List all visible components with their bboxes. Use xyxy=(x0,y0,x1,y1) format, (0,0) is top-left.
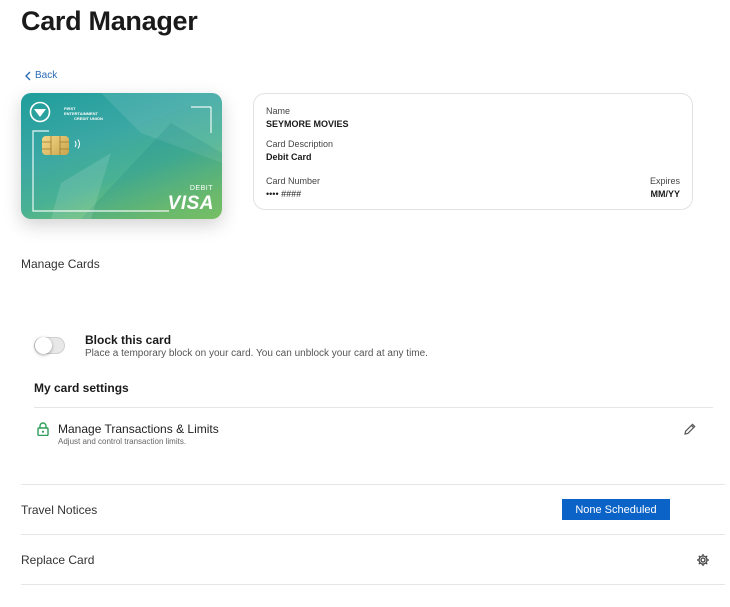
replace-card-label: Replace Card xyxy=(21,553,95,567)
divider xyxy=(21,484,725,485)
name-value: SEYMORE MOVIES xyxy=(266,119,349,129)
manage-transactions-description: Adjust and control transaction limits. xyxy=(58,437,187,446)
card-type-label: DEBIT xyxy=(189,185,213,192)
block-card-toggle[interactable] xyxy=(34,337,65,354)
description-label: Card Description xyxy=(266,139,334,149)
card-settings-heading: My card settings xyxy=(34,381,129,395)
card-number-value: •••• #### xyxy=(266,189,302,199)
block-card-title: Block this card xyxy=(85,333,172,347)
contactless-icon xyxy=(74,139,80,149)
gear-icon[interactable] xyxy=(696,553,710,567)
issuer-name: FIRST ENTERTAINMENT CREDIT UNION xyxy=(64,106,103,121)
divider xyxy=(34,407,713,408)
back-link[interactable]: Back xyxy=(24,70,57,81)
travel-notices-button[interactable]: None Scheduled xyxy=(562,499,670,520)
description-value: Debit Card xyxy=(266,152,312,162)
divider xyxy=(21,584,725,585)
expires-value: MM/YY xyxy=(650,189,680,199)
card-details-panel: Name SEYMORE MOVIES Card Description Deb… xyxy=(253,93,693,210)
manage-transactions-link[interactable]: Manage Transactions & Limits xyxy=(58,422,219,436)
divider xyxy=(21,534,725,535)
chevron-left-icon xyxy=(25,71,31,80)
block-card-description: Place a temporary block on your card. Yo… xyxy=(85,348,428,359)
toggle-knob xyxy=(35,337,52,354)
issuer-line: CREDIT UNION xyxy=(74,116,103,121)
name-label: Name xyxy=(266,106,291,116)
back-label: Back xyxy=(35,70,58,81)
chip-icon xyxy=(42,136,69,155)
page-title: Card Manager xyxy=(21,6,198,36)
expires-label: Expires xyxy=(649,176,680,186)
visa-logo: VISA xyxy=(167,193,214,214)
card-number-label: Card Number xyxy=(266,176,321,186)
manage-cards-heading: Manage Cards xyxy=(21,257,100,271)
card-image: FIRST ENTERTAINMENT CREDIT UNION DEBIT V… xyxy=(21,93,222,219)
lock-icon xyxy=(37,422,49,436)
credit-union-logo-icon xyxy=(29,101,51,123)
pencil-icon[interactable] xyxy=(683,422,697,436)
travel-notices-label: Travel Notices xyxy=(21,503,98,517)
